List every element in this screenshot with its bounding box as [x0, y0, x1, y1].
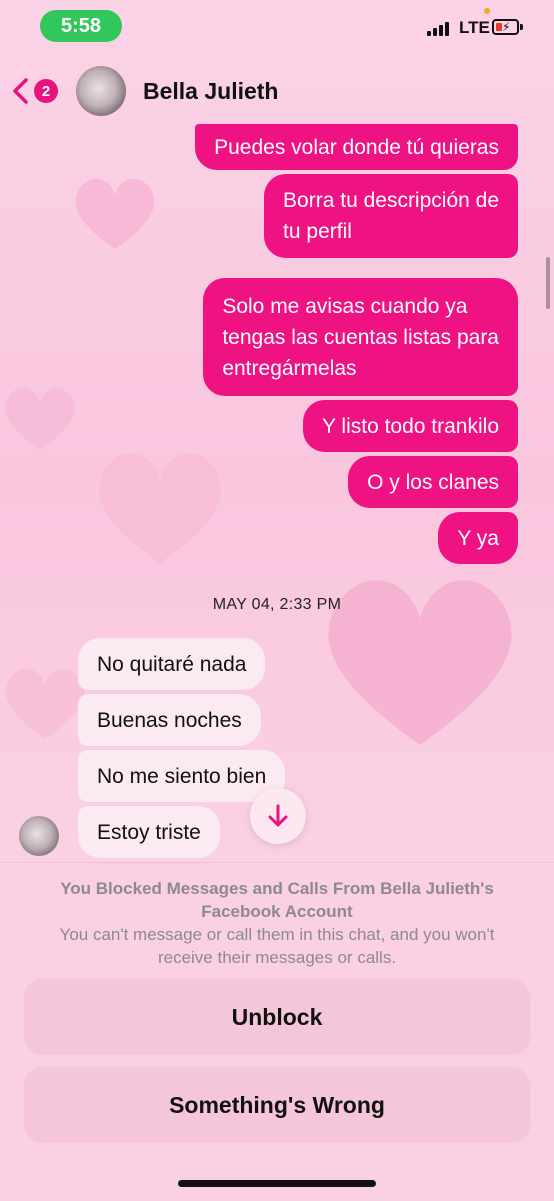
home-indicator[interactable]: [178, 1180, 376, 1187]
signal-icon: [427, 22, 449, 36]
message-text: No quitaré nada: [97, 652, 247, 676]
message-text: O y los clanes: [367, 470, 499, 494]
avatar[interactable]: [76, 66, 126, 116]
blocked-description: You can't message or call them in this c…: [59, 925, 495, 967]
scroll-to-bottom-button[interactable]: [250, 788, 306, 844]
sender-avatar[interactable]: [19, 816, 59, 856]
status-time: 5:58: [40, 10, 122, 42]
something-wrong-button[interactable]: Something's Wrong: [24, 1067, 530, 1143]
message-text: Y ya: [457, 526, 499, 550]
chat-header: 2 Bella Julieth: [0, 62, 554, 124]
message-bubble-incoming[interactable]: No quitaré nada: [78, 638, 266, 690]
scrollbar[interactable]: [546, 257, 550, 309]
blocked-footer: You Blocked Messages and Calls From Bell…: [0, 862, 554, 1201]
back-button[interactable]: 2: [10, 76, 58, 106]
unread-count-badge: 2: [34, 79, 58, 103]
message-text: entregármelas: [222, 356, 357, 380]
message-text: Puedes volar donde tú quieras: [214, 135, 499, 159]
message-text: Borra tu descripción de: [283, 189, 499, 212]
arrow-down-icon: [268, 804, 288, 827]
message-bubble-outgoing[interactable]: Solo me avisas cuando ya tengas las cuen…: [203, 278, 518, 396]
message-bubble-outgoing[interactable]: Y ya: [438, 512, 518, 564]
message-bubble-outgoing[interactable]: Y listo todo trankilo: [302, 400, 518, 452]
message-bubble-incoming[interactable]: Estoy triste: [78, 806, 220, 858]
chevron-left-icon: [13, 78, 28, 104]
network-label: LTE: [459, 18, 490, 37]
contact-name[interactable]: Bella Julieth: [143, 78, 278, 105]
message-bubble-incoming[interactable]: Buenas noches: [78, 694, 261, 746]
message-text: No me siento bien: [97, 764, 267, 788]
heart-decoration: [328, 580, 512, 745]
battery-tip: [520, 24, 523, 30]
heart-decoration: [98, 453, 222, 564]
message-text: Y listo todo trankilo: [321, 414, 499, 438]
status-bar: 5:58 LTE ⚡: [0, 0, 554, 52]
heart-decoration: [5, 668, 85, 740]
message-text: Estoy triste: [97, 820, 201, 844]
message-bubble-incoming[interactable]: No me siento bien: [78, 750, 286, 802]
heart-decoration: [75, 178, 155, 250]
message-timestamp: MAY 04, 2:33 PM: [212, 596, 342, 613]
message-text: Buenas noches: [97, 708, 242, 732]
battery-icon: ⚡: [492, 19, 519, 35]
blocked-title: You Blocked Messages and Calls From Bell…: [60, 879, 494, 921]
privacy-indicator-dot: [484, 8, 490, 14]
message-bubble-outgoing[interactable]: Borra tu descripción de tu perfil: [264, 174, 518, 258]
message-bubble-outgoing[interactable]: Puedes volar donde tú quieras: [195, 124, 518, 170]
heart-decoration: [5, 387, 75, 451]
unblock-button[interactable]: Unblock: [24, 979, 530, 1055]
message-text: Solo me avisas cuando ya: [222, 294, 468, 318]
message-text: tengas las cuentas listas para: [222, 325, 499, 349]
message-bubble-outgoing[interactable]: O y los clanes: [348, 456, 518, 508]
message-text: tu perfil: [283, 220, 352, 243]
